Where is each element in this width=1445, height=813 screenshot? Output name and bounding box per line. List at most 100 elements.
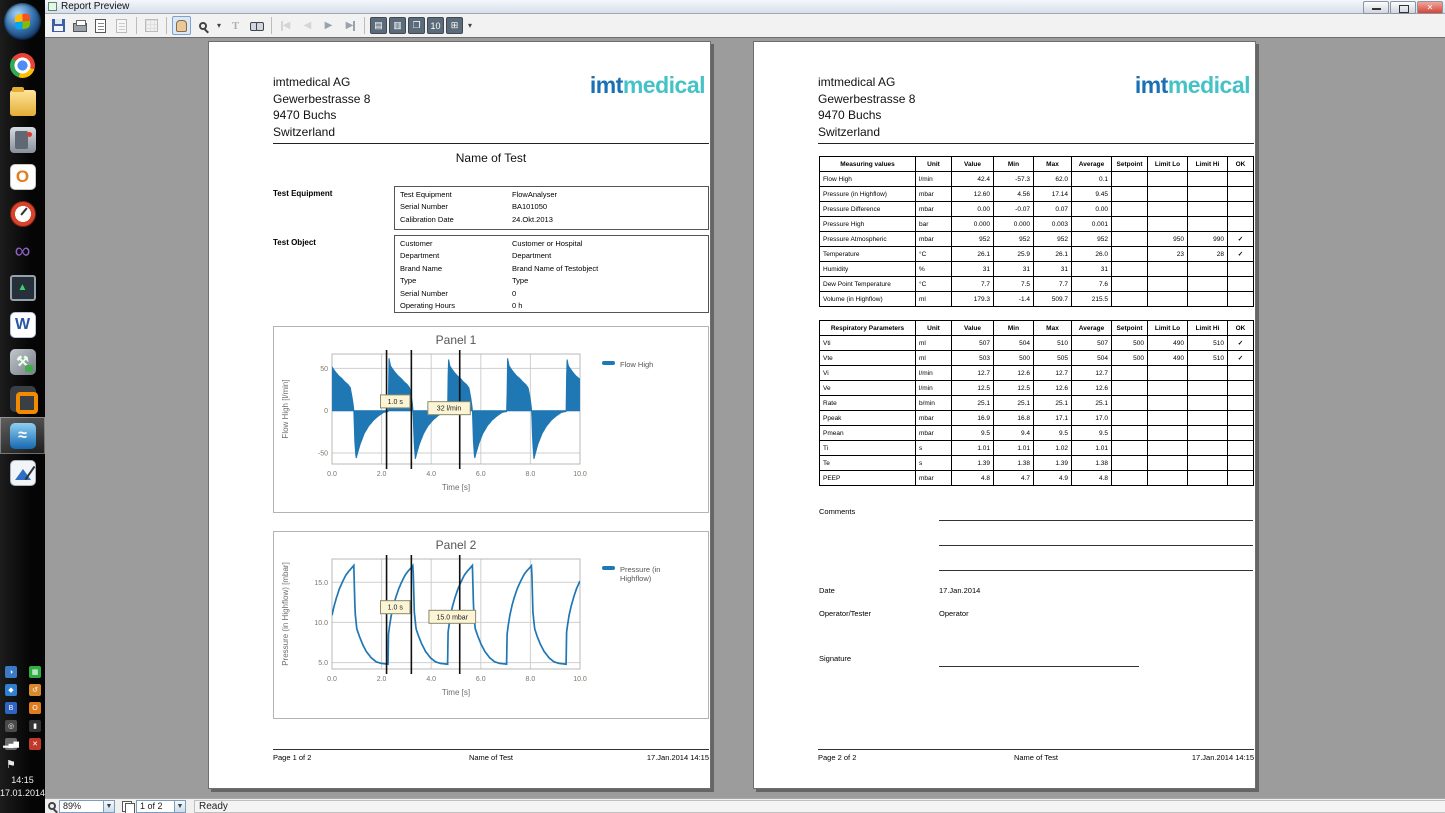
column-header: Min bbox=[994, 321, 1034, 336]
table-cell: 510 bbox=[1188, 336, 1228, 351]
svg-text:0.0: 0.0 bbox=[327, 471, 337, 478]
table-cell: Ppeak bbox=[820, 411, 916, 426]
table-cell: 7.5 bbox=[994, 277, 1034, 292]
table-cell: l/min bbox=[916, 381, 952, 396]
tools-icon[interactable]: ⚒ bbox=[0, 343, 45, 380]
table-row: Vil/min12.712.612.712.7 bbox=[820, 366, 1254, 381]
next-page-icon[interactable]: ▶ bbox=[319, 16, 338, 35]
explorer-icon[interactable] bbox=[0, 84, 45, 121]
operator-label: Operator/Tester bbox=[819, 609, 871, 618]
table-cell: 0.1 bbox=[1072, 172, 1112, 187]
zoom-tool-icon[interactable] bbox=[193, 16, 212, 35]
preview-area[interactable]: imtmedical AG Gewerbestrasse 8 9470 Buch… bbox=[45, 38, 1445, 798]
table-cell bbox=[1188, 277, 1228, 292]
table-cell: 0.003 bbox=[1034, 217, 1072, 232]
signal-icon[interactable]: ▂▄▆ bbox=[5, 738, 17, 750]
dropbox-icon[interactable]: ◆ bbox=[5, 684, 17, 696]
table-cell bbox=[1148, 217, 1188, 232]
chrome-icon[interactable] bbox=[0, 47, 45, 84]
system-monitor-icon[interactable]: ▲ bbox=[0, 269, 45, 306]
footer-rule bbox=[273, 749, 709, 750]
chevron-down-icon[interactable]: ▼ bbox=[174, 801, 185, 812]
column-header: Average bbox=[1072, 321, 1112, 336]
kv-row: Serial NumberBA101050 bbox=[400, 201, 703, 213]
svg-text:4.0: 4.0 bbox=[426, 471, 436, 478]
text-select-icon: T bbox=[226, 16, 245, 35]
zoom-level-select[interactable]: 89%▼ bbox=[59, 800, 115, 813]
svg-text:0: 0 bbox=[324, 408, 328, 415]
table-cell: 7.7 bbox=[952, 277, 994, 292]
page-grid-icon[interactable]: ⊞ bbox=[446, 17, 463, 34]
table-cell bbox=[1188, 456, 1228, 471]
office-icon[interactable]: O bbox=[29, 702, 41, 714]
zoom-caret-icon[interactable]: ▾ bbox=[214, 16, 224, 35]
windows-logo-icon bbox=[15, 13, 30, 30]
volume-muted-icon[interactable]: ✕ bbox=[29, 738, 41, 750]
bluetooth-icon[interactable]: B bbox=[5, 702, 17, 714]
measuring-values-table: Measuring valuesUnitValueMinMaxAverageSe… bbox=[819, 156, 1254, 307]
visual-studio-icon[interactable]: ∞ bbox=[0, 232, 45, 269]
imaging-icon[interactable] bbox=[0, 454, 45, 491]
table-cell: 12.5 bbox=[994, 381, 1034, 396]
save-icon[interactable] bbox=[49, 16, 68, 35]
view-caret-icon[interactable]: ▾ bbox=[465, 16, 475, 35]
battery-icon[interactable]: ▮ bbox=[29, 720, 41, 732]
last-page-icon[interactable]: ▶ bbox=[340, 16, 359, 35]
table-cell bbox=[1148, 426, 1188, 441]
find-icon[interactable] bbox=[247, 16, 266, 35]
monitor-green-icon[interactable]: ▦ bbox=[29, 666, 41, 678]
multi-page-icon[interactable]: 10 bbox=[427, 17, 444, 34]
page-setup-icon[interactable] bbox=[91, 16, 110, 35]
table-cell: 9.45 bbox=[1072, 187, 1112, 202]
table-cell bbox=[1188, 471, 1228, 486]
chevron-down-icon[interactable]: ▼ bbox=[103, 801, 114, 812]
sync-icon[interactable]: ↺ bbox=[29, 684, 41, 696]
page-select[interactable]: 1 of 2▼ bbox=[136, 800, 186, 813]
flowlab-icon[interactable]: ≈ bbox=[0, 417, 45, 454]
table-cell: 0.07 bbox=[1034, 202, 1072, 217]
table-row: Volume (in Highflow)ml179.3-1.4509.7215.… bbox=[820, 292, 1254, 307]
print-icon[interactable] bbox=[70, 16, 89, 35]
whole-page-icon[interactable]: ▤ bbox=[370, 17, 387, 34]
hand-tool-icon[interactable] bbox=[172, 16, 191, 35]
close-button[interactable]: ✕ bbox=[1417, 1, 1443, 14]
maximize-button[interactable] bbox=[1390, 1, 1416, 14]
kv-row: Serial Number0 bbox=[400, 288, 703, 300]
word-icon: W bbox=[10, 312, 36, 338]
vmware-icon[interactable] bbox=[0, 380, 45, 417]
title-bar[interactable]: Report Preview ✕ bbox=[45, 0, 1445, 14]
table-cell bbox=[1148, 292, 1188, 307]
taskbar-clock[interactable]: 14:15 17.01.2014 bbox=[0, 774, 45, 800]
word-icon[interactable]: W bbox=[0, 306, 45, 343]
table-row: Pressure Atmosphericmbar9529529529529509… bbox=[820, 232, 1254, 247]
column-header: Limit Hi bbox=[1188, 157, 1228, 172]
two-pages-icon[interactable]: ❐ bbox=[408, 17, 425, 34]
table-row: Tes1.391.381.391.38 bbox=[820, 456, 1254, 471]
network-icon[interactable]: ◑ bbox=[5, 666, 17, 678]
outlook-icon[interactable]: O bbox=[0, 158, 45, 195]
taskbar: O∞▲W⚒≈ ◑▦◆↺BO◎▮▂▄▆✕ ⚑ 14:15 17.01.2014 bbox=[0, 0, 45, 813]
page-width-icon[interactable]: ▥ bbox=[389, 17, 406, 34]
timer-icon[interactable] bbox=[0, 195, 45, 232]
table-row: Vtiml507504510507500490510✓ bbox=[820, 336, 1254, 351]
app-circle-icon[interactable]: ◎ bbox=[5, 720, 17, 732]
status-bar: 89%▼ 1 of 2▼ Ready bbox=[45, 798, 1445, 813]
page-footer: Page 2 of 2 Name of Test 17.Jan.2014 14:… bbox=[818, 753, 1254, 762]
comments-label: Comments bbox=[819, 507, 855, 516]
vault-icon[interactable] bbox=[0, 121, 45, 158]
test-equipment-label: Test Equipment bbox=[273, 189, 332, 198]
svg-text:Time [s]: Time [s] bbox=[442, 483, 470, 492]
report-page-2: imtmedical AG Gewerbestrasse 8 9470 Buch… bbox=[753, 41, 1256, 789]
table-cell: l/min bbox=[916, 172, 952, 187]
action-center-flag-icon[interactable]: ⚑ bbox=[6, 758, 16, 771]
table-cell: 42.4 bbox=[952, 172, 994, 187]
svg-text:Flow High [l/min]: Flow High [l/min] bbox=[281, 379, 290, 438]
table-cell bbox=[1148, 366, 1188, 381]
minimize-button[interactable] bbox=[1363, 1, 1389, 14]
column-header: OK bbox=[1228, 321, 1254, 336]
table-row: PEEPmbar4.84.74.94.8 bbox=[820, 471, 1254, 486]
table-cell: Vte bbox=[820, 351, 916, 366]
table-cell: Pmean bbox=[820, 426, 916, 441]
start-button[interactable] bbox=[4, 3, 41, 40]
kv-row: TypeType bbox=[400, 275, 703, 287]
